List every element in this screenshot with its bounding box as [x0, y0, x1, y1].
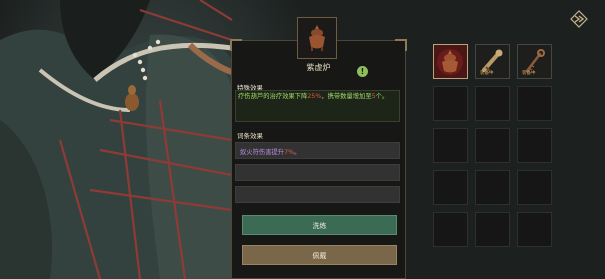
- desc-text: ，携带数量增加至: [321, 93, 372, 100]
- inventory-slot[interactable]: [433, 212, 468, 247]
- inventory-slot[interactable]: 装备中: [475, 44, 510, 79]
- inventory-slot[interactable]: [475, 128, 510, 163]
- inventory-slot[interactable]: [475, 170, 510, 205]
- affix-row: [235, 186, 400, 203]
- item-portrait: [297, 17, 337, 59]
- affix-text: 奴火符伤害提升7%。: [240, 147, 300, 156]
- equipped-tag: 装备中: [522, 71, 536, 76]
- equip-button[interactable]: 佩戴: [242, 245, 397, 265]
- inventory-slot[interactable]: [475, 212, 510, 247]
- inventory-slot[interactable]: [517, 170, 552, 205]
- inventory-slot[interactable]: [433, 128, 468, 163]
- inventory-slot[interactable]: [433, 86, 468, 121]
- panel-corner-ornament: [395, 39, 407, 51]
- wash-button[interactable]: 洗练: [242, 215, 397, 235]
- inventory-slot[interactable]: 装备中: [517, 44, 552, 79]
- affix-row: 奴火符伤害提升7%。: [235, 142, 400, 159]
- affix-row: [235, 164, 400, 181]
- inventory-slot[interactable]: [517, 128, 552, 163]
- desc-text: 个。: [375, 93, 389, 100]
- inventory-slot[interactable]: [433, 44, 468, 79]
- panel-corner-ornament: [230, 39, 242, 51]
- affix-title: 词条效果: [237, 132, 263, 140]
- purple-censer-icon: [309, 25, 325, 51]
- purple-censer-icon: [437, 49, 463, 75]
- special-effect-description: 疗伤葫芦的治疗效果下降25%，携带数量增加至5个。: [238, 92, 398, 101]
- info-icon[interactable]: !: [357, 66, 368, 77]
- equipped-tag: 装备中: [480, 71, 494, 76]
- desc-value: 25%: [307, 93, 322, 100]
- inventory-slot[interactable]: [475, 86, 510, 121]
- inventory-slot[interactable]: [433, 170, 468, 205]
- item-name: 紫虚炉: [306, 63, 331, 72]
- inventory-slot[interactable]: [517, 212, 552, 247]
- affix-label: 。: [294, 149, 301, 156]
- inventory-slot[interactable]: [517, 86, 552, 121]
- desc-text: 疗伤葫芦的治疗效果下降: [238, 93, 308, 100]
- affix-value: 7%: [284, 149, 295, 156]
- affix-label: 奴火符伤害提升: [240, 149, 285, 156]
- item-detail-panel: [230, 39, 407, 279]
- menu-icon[interactable]: [568, 8, 590, 30]
